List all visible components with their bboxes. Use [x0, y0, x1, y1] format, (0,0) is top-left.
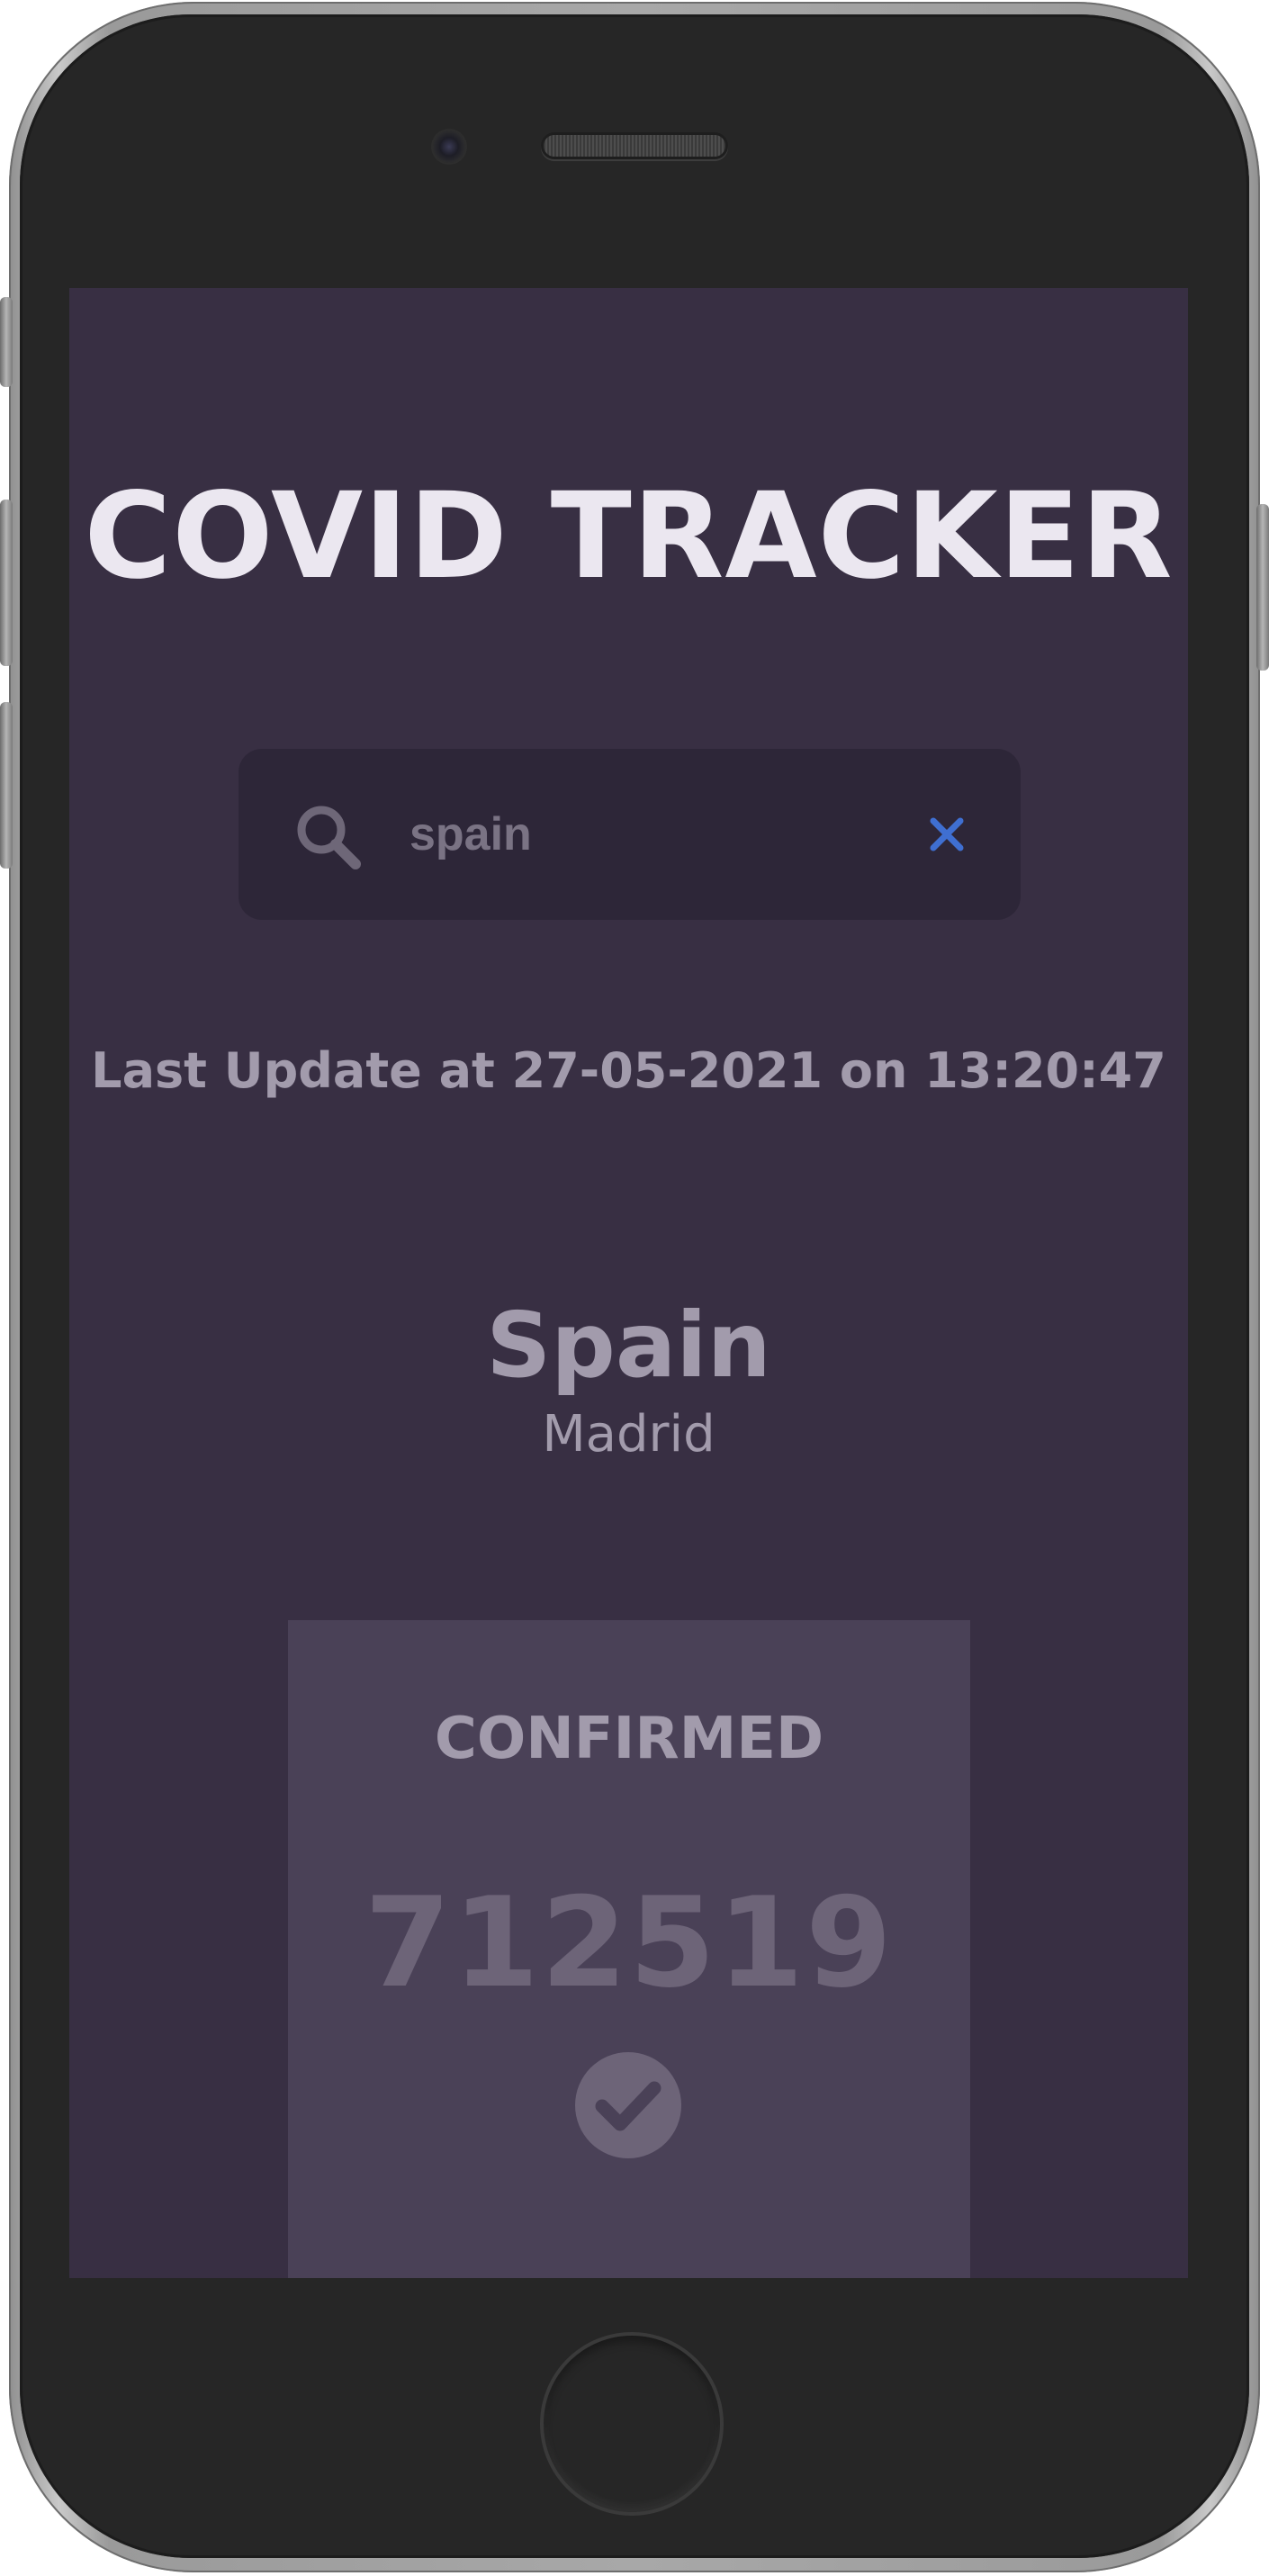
- search-icon: [297, 806, 361, 869]
- search-input[interactable]: [410, 794, 878, 875]
- front-camera-icon: [433, 131, 465, 163]
- app-screen: COVID TRACKER Last Update at 27-05-2021 …: [69, 288, 1188, 2278]
- confirmed-value: 712519: [364, 1870, 895, 2015]
- capital-name: Madrid: [542, 1405, 716, 1464]
- search-bar: [238, 749, 1021, 920]
- last-update-text: Last Update at 27-05-2021 on 13:20:47: [91, 1042, 1166, 1099]
- page-title: COVID TRACKER: [84, 467, 1174, 606]
- home-button[interactable]: [544, 2336, 720, 2512]
- earpiece-speaker: [544, 135, 725, 157]
- check-circle-icon: [575, 2052, 681, 2158]
- volume-up-button: [0, 500, 13, 666]
- confirmed-label: CONFIRMED: [434, 1706, 824, 1772]
- country-name: Spain: [486, 1293, 771, 1398]
- power-button: [1256, 504, 1269, 671]
- mute-switch: [0, 297, 13, 387]
- volume-down-button: [0, 702, 13, 869]
- close-icon[interactable]: [928, 815, 966, 853]
- confirmed-card: CONFIRMED 712519: [288, 1620, 970, 2278]
